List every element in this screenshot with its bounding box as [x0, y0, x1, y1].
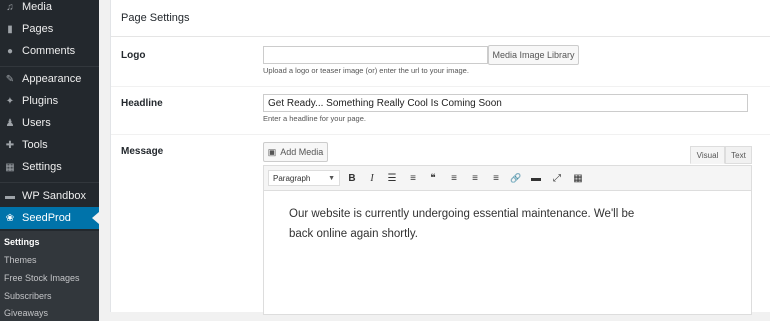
sidebar-item-plugins[interactable]: ✦ Plugins	[0, 90, 99, 112]
link-icon[interactable]: 🔗	[508, 170, 524, 186]
sidebar-item-label: Users	[22, 117, 51, 129]
tab-text[interactable]: Text	[725, 146, 752, 164]
fullscreen-icon[interactable]: ⤢	[549, 170, 565, 186]
logo-url-input[interactable]	[263, 46, 488, 64]
sidebar-item-label: Comments	[22, 45, 76, 57]
submenu-item-themes[interactable]: Themes	[4, 255, 37, 265]
add-media-button[interactable]: ▣ Add Media	[263, 142, 328, 162]
panel-title: Page Settings	[121, 12, 190, 24]
message-editor[interactable]: Paragraph ▼ B I ☰ ≡ ❝ ≡ ≡ ≡ 🔗 ▬ ⤢ ▦ Our …	[263, 165, 752, 315]
sidebar-item-label: Pages	[22, 23, 54, 35]
row-divider	[111, 86, 770, 87]
plugins-icon: ✦	[5, 95, 15, 107]
add-media-label: Add Media	[280, 147, 324, 157]
align-center-icon[interactable]: ≡	[467, 170, 483, 186]
menu-separator	[0, 182, 99, 183]
seedprod-submenu: Settings Themes Free Stock Images Subscr…	[0, 231, 99, 321]
toolbar-toggle-icon[interactable]: ▦	[570, 170, 586, 186]
sidebar-item-wp-sandbox[interactable]: ▬ WP Sandbox	[0, 185, 99, 207]
sidebar-item-seedprod[interactable]: ❀ SeedProd	[0, 207, 99, 229]
submenu-item-giveaways[interactable]: Giveaways	[4, 308, 48, 318]
numbered-list-icon[interactable]: ≡	[405, 170, 421, 186]
sidebar-item-label: WP Sandbox	[22, 190, 87, 202]
pages-icon: ▮	[7, 23, 13, 35]
sidebar-item-label: Tools	[22, 139, 48, 151]
sidebar-item-users[interactable]: ♟ Users	[0, 112, 99, 134]
sidebar-item-label: Plugins	[22, 95, 59, 107]
users-icon: ♟	[5, 117, 15, 129]
sidebar-item-appearance[interactable]: ✎ Appearance	[0, 68, 99, 90]
settings-icon: ▦	[5, 161, 15, 173]
sidebar-item-settings[interactable]: ▦ Settings	[0, 156, 99, 178]
tools-icon: ✚	[5, 139, 15, 151]
sidebar-item-label: Appearance	[22, 73, 82, 85]
format-select-value: Paragraph	[273, 173, 311, 183]
page-settings-panel: Page Settings Logo Media Image Library U…	[110, 0, 770, 315]
sidebar-item-comments[interactable]: ● Comments	[0, 40, 99, 62]
media-image-library-button[interactable]: Media Image Library	[488, 45, 579, 65]
logo-label: Logo	[121, 50, 146, 61]
chevron-down-icon: ▼	[328, 175, 335, 182]
bullet-list-icon[interactable]: ☰	[384, 170, 400, 186]
sidebar-item-label: Settings	[22, 161, 62, 173]
add-media-icon: ▣	[267, 146, 277, 157]
sidebar-item-tools[interactable]: ✚ Tools	[0, 134, 99, 156]
sandbox-icon: ▬	[5, 190, 15, 202]
sidebar-item-pages[interactable]: ▮ Pages	[0, 18, 99, 40]
editor-content[interactable]: Our website is currently undergoing esse…	[289, 204, 649, 244]
row-divider	[111, 134, 770, 135]
sidebar-item-label: Media	[22, 1, 52, 13]
blockquote-icon[interactable]: ❝	[425, 170, 441, 186]
headline-help-text: Enter a headline for your page.	[263, 114, 366, 123]
editor-toolbar: Paragraph ▼ B I ☰ ≡ ❝ ≡ ≡ ≡ 🔗 ▬ ⤢ ▦	[264, 166, 751, 191]
appearance-icon: ✎	[5, 73, 15, 85]
tab-visual[interactable]: Visual	[690, 146, 725, 164]
admin-sidebar: ♫ Media ▮ Pages ● Comments ✎ Appearance …	[0, 0, 99, 321]
seedprod-icon: ❀	[5, 212, 15, 224]
comments-icon: ●	[6, 45, 14, 57]
logo-help-text: Upload a logo or teaser image (or) enter…	[263, 66, 469, 75]
format-select[interactable]: Paragraph ▼	[268, 170, 340, 186]
submenu-item-settings[interactable]: Settings	[4, 237, 40, 247]
submenu-item-free-stock-images[interactable]: Free Stock Images	[4, 273, 80, 283]
read-more-icon[interactable]: ▬	[528, 170, 544, 186]
align-left-icon[interactable]: ≡	[446, 170, 462, 186]
message-label: Message	[121, 146, 164, 157]
sidebar-item-media[interactable]: ♫ Media	[0, 0, 99, 18]
headline-label: Headline	[121, 98, 163, 109]
submenu-item-subscribers[interactable]: Subscribers	[4, 291, 52, 301]
media-icon: ♫	[6, 1, 14, 13]
italic-icon[interactable]: I	[364, 170, 380, 186]
menu-separator	[0, 66, 99, 67]
align-right-icon[interactable]: ≡	[488, 170, 504, 186]
sidebar-item-label: SeedProd	[22, 212, 71, 224]
panel-header: Page Settings	[111, 0, 770, 37]
headline-input[interactable]: Get Ready... Something Really Cool Is Co…	[263, 94, 748, 112]
bold-icon[interactable]: B	[344, 170, 360, 186]
